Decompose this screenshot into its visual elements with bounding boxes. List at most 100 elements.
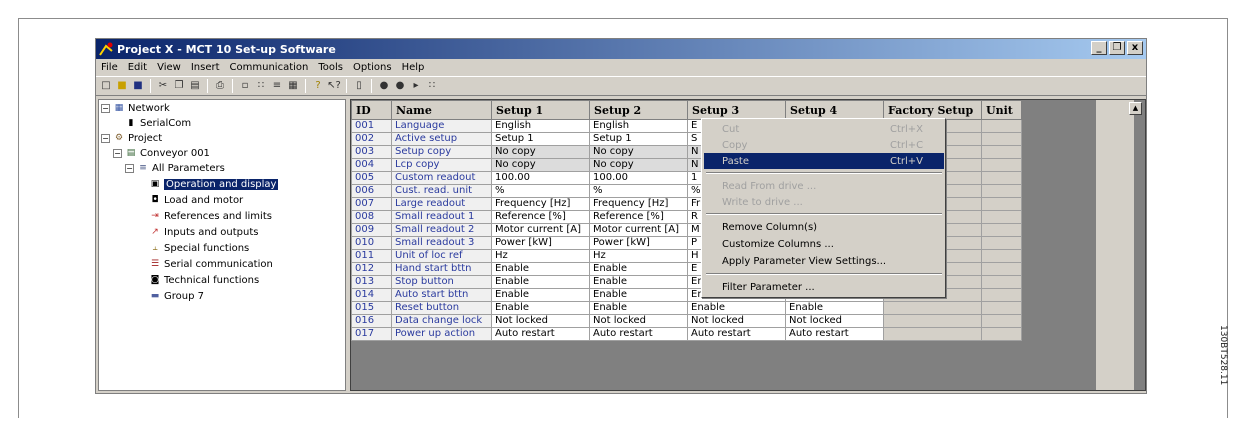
value-cell[interactable]: Enable [785, 301, 884, 315]
value-cell[interactable]: English [589, 119, 688, 133]
value-cell[interactable]: Enable [491, 275, 590, 289]
new-icon[interactable]: □ [99, 79, 113, 93]
value-cell[interactable] [981, 145, 1022, 159]
scan-icon[interactable]: ∷ [425, 79, 439, 93]
menu-item-remove-columns[interactable]: Remove Column(s) [704, 219, 944, 235]
tree-node-project[interactable]: − ⚙ Project [101, 131, 162, 146]
column-header[interactable]: Name [391, 100, 492, 120]
value-cell[interactable]: Auto restart [589, 327, 688, 341]
tree-node-all-parameters[interactable]: − ≡ All Parameters [125, 161, 225, 176]
large-icons-icon[interactable]: ▫ [238, 79, 252, 93]
menu-tools[interactable]: Tools [313, 62, 348, 73]
value-cell[interactable] [981, 288, 1022, 302]
value-cell[interactable]: Enable [589, 301, 688, 315]
title-bar[interactable]: Project X - MCT 10 Set-up Software _ ❐ x [96, 39, 1146, 59]
value-cell[interactable]: 100.00 [491, 171, 590, 185]
value-cell[interactable]: Auto restart [785, 327, 884, 341]
offline-icon[interactable]: ● [393, 79, 407, 93]
value-cell[interactable]: Power [kW] [491, 236, 590, 250]
value-cell[interactable] [981, 132, 1022, 146]
menu-item-customize-columns[interactable]: Customize Columns ... [704, 236, 944, 252]
menu-item-filter-parameter[interactable]: Filter Parameter ... [704, 279, 944, 295]
print-icon[interactable]: ⎙ [213, 79, 227, 93]
value-cell[interactable] [981, 301, 1022, 315]
value-cell[interactable]: Frequency [Hz] [491, 197, 590, 211]
value-cell[interactable]: Setup 1 [491, 132, 590, 146]
value-cell[interactable] [981, 210, 1022, 224]
table-row[interactable]: 015 Reset button Enable Enable Enable Enable [351, 301, 1022, 315]
tree-node-serial-communication[interactable]: ☰ Serial communication [149, 257, 273, 272]
tree-node-serialcom[interactable]: ▮ SerialCom [125, 116, 192, 131]
column-header[interactable]: Setup 3 [687, 100, 786, 120]
value-cell[interactable]: 100.00 [589, 171, 688, 185]
menu-file[interactable]: File [96, 62, 123, 73]
cut-icon[interactable]: ✂ [156, 79, 170, 93]
value-cell[interactable]: Frequency [Hz] [589, 197, 688, 211]
paste-icon[interactable]: ▤ [188, 79, 202, 93]
value-cell[interactable]: Not locked [491, 314, 590, 328]
menu-item-paste[interactable]: Paste Ctrl+V [704, 153, 944, 169]
menu-options[interactable]: Options [348, 62, 397, 73]
value-cell[interactable] [883, 314, 982, 328]
tree-node-operation-display[interactable]: ▣ Operation and display [149, 177, 279, 192]
tree-node-inputs-outputs[interactable]: ↗ Inputs and outputs [149, 225, 258, 240]
column-header[interactable]: Setup 2 [589, 100, 688, 120]
value-cell[interactable]: Auto restart [491, 327, 590, 341]
value-cell[interactable] [981, 171, 1022, 185]
collapse-icon[interactable]: − [101, 104, 110, 113]
value-cell[interactable]: Enable [491, 288, 590, 302]
save-icon[interactable]: ■ [131, 79, 145, 93]
value-cell[interactable] [981, 314, 1022, 328]
value-cell[interactable]: Hz [491, 249, 590, 263]
context-help-icon[interactable]: ↖? [327, 79, 341, 93]
value-cell[interactable] [883, 327, 982, 341]
value-cell[interactable]: Enable [589, 262, 688, 276]
value-cell[interactable]: Motor current [A] [491, 223, 590, 237]
value-cell[interactable] [981, 158, 1022, 172]
drive-icon[interactable]: ▯ [352, 79, 366, 93]
details-view-icon[interactable]: ▦ [286, 79, 300, 93]
menu-item-read-from-drive[interactable]: Read From drive ... [704, 178, 944, 194]
value-cell[interactable]: Enable [491, 262, 590, 276]
value-cell[interactable] [981, 197, 1022, 211]
value-cell[interactable]: Not locked [785, 314, 884, 328]
value-cell[interactable]: Reference [%] [491, 210, 590, 224]
value-cell[interactable] [981, 223, 1022, 237]
column-header[interactable]: ID [351, 100, 392, 120]
tree-node-references-limits[interactable]: ⇥ References and limits [149, 209, 272, 224]
value-cell[interactable] [981, 327, 1022, 341]
value-cell[interactable]: Enable [687, 301, 786, 315]
column-header[interactable]: Setup 4 [785, 100, 884, 120]
value-cell[interactable] [981, 119, 1022, 133]
value-cell[interactable]: Setup 1 [589, 132, 688, 146]
value-cell[interactable]: % [491, 184, 590, 198]
tree-node-conveyor[interactable]: − ▤ Conveyor 001 [113, 146, 210, 161]
value-cell[interactable]: % [589, 184, 688, 198]
minimize-button[interactable]: _ [1091, 41, 1107, 55]
value-cell[interactable]: Enable [491, 301, 590, 315]
value-cell[interactable] [981, 249, 1022, 263]
collapse-icon[interactable]: − [125, 164, 134, 173]
value-cell[interactable] [981, 184, 1022, 198]
open-icon[interactable]: ■ [115, 79, 129, 93]
value-cell[interactable]: Enable [589, 288, 688, 302]
value-cell[interactable] [981, 275, 1022, 289]
value-cell[interactable]: Power [kW] [589, 236, 688, 250]
table-row[interactable]: 016 Data change lock Not locked Not locked N… [351, 314, 1022, 328]
value-cell[interactable]: Auto restart [687, 327, 786, 341]
collapse-icon[interactable]: − [101, 134, 110, 143]
value-cell[interactable]: Enable [589, 275, 688, 289]
column-header[interactable]: Factory Setup [883, 100, 982, 120]
menu-communication[interactable]: Communication [225, 62, 314, 73]
menu-insert[interactable]: Insert [186, 62, 225, 73]
scroll-up-icon[interactable]: ▲ [1129, 102, 1142, 115]
value-cell[interactable]: No copy [491, 158, 590, 172]
value-cell[interactable]: No copy [589, 145, 688, 159]
read-drive-icon[interactable]: ▸ [409, 79, 423, 93]
tree-node-load-motor[interactable]: ◘ Load and motor [149, 193, 243, 208]
tree-node-special-functions[interactable]: ⫠ Special functions [149, 241, 249, 256]
value-cell[interactable]: No copy [589, 158, 688, 172]
menu-item-apply-view-settings[interactable]: Apply Parameter View Settings... [704, 253, 944, 269]
value-cell[interactable]: Hz [589, 249, 688, 263]
column-header[interactable]: Unit [981, 100, 1022, 120]
